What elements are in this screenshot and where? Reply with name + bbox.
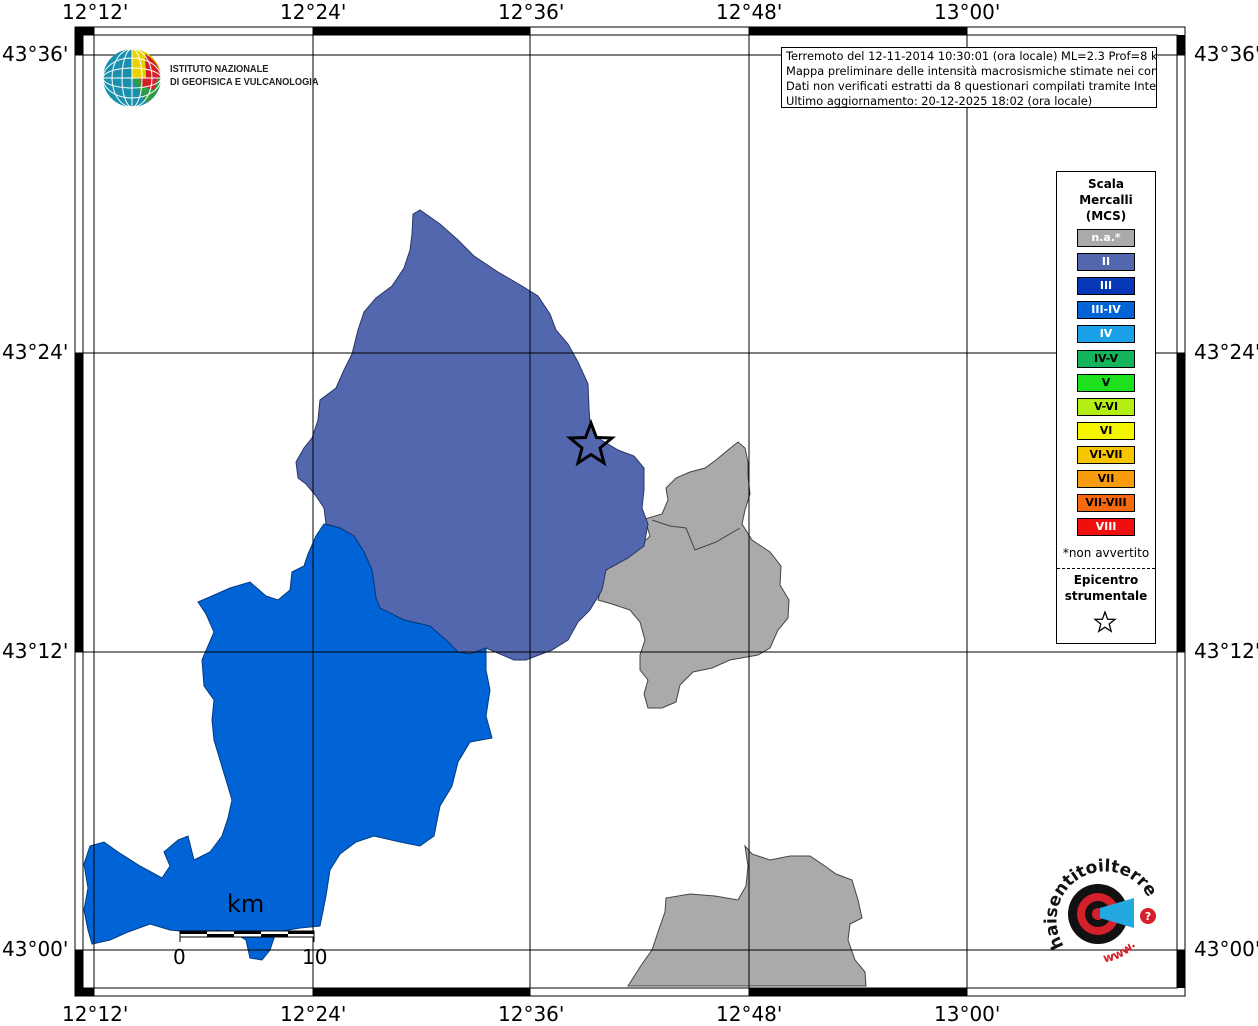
target-logo-icon: haisentitoilterremoto.it www. ? xyxy=(1027,843,1161,965)
event-info-line-3: Dati non verificati estratti da 8 questi… xyxy=(786,79,1157,93)
legend-item-vii-viii: VII-VIII xyxy=(1077,494,1135,513)
legend-note: *non avvertito xyxy=(1062,546,1150,560)
legend-item-n-a: n.a.* xyxy=(1077,229,1135,247)
legend-epicenter-label: Epicentro strumentale xyxy=(1057,572,1155,604)
legend-epicenter-line-1: Epicentro xyxy=(1073,573,1139,587)
lon-tick-bottom-5: 13°00' xyxy=(934,1002,1001,1026)
legend-item-iii-iv: III-IV xyxy=(1077,301,1135,320)
event-info-box: Terremoto del 12-11-2014 10:30:01 (ora l… xyxy=(781,47,1157,108)
lat-tick-left-1: 43°36' xyxy=(2,42,69,66)
legend-title-line-1: Scala xyxy=(1087,177,1125,191)
legend-star-icon xyxy=(1093,610,1117,633)
legend-title-line-2: Mercalli xyxy=(1079,193,1133,207)
intensity-map: 12°12' 12°24' 12°36' 12°48' 13°00' 12°12… xyxy=(0,0,1258,1024)
lon-tick-top-1: 12°12' xyxy=(62,0,129,24)
ingv-wordmark-line-1: ISTITUTO NAZIONALE xyxy=(170,63,269,75)
lon-tick-top-4: 12°48' xyxy=(716,0,783,24)
lon-tick-top-2: 12°24' xyxy=(280,0,347,24)
question-mark-icon: ? xyxy=(1145,910,1151,923)
lon-tick-top-5: 13°00' xyxy=(934,0,1001,24)
lon-tick-bottom-4: 12°48' xyxy=(716,1002,783,1026)
mcs-legend: Scala Mercalli (MCS) n.a.* II III III-IV IV I… xyxy=(1056,171,1156,644)
legend-item-iv: IV xyxy=(1077,325,1135,344)
event-info-line-2: Mappa preliminare delle intensità macros… xyxy=(786,64,1157,78)
lon-tick-bottom-3: 12°36' xyxy=(498,1002,565,1026)
legend-title-line-3: (MCS) xyxy=(1085,209,1127,223)
legend-item-v-vi: V-VI xyxy=(1077,397,1135,416)
ingv-wordmark-line-2: DI GEOFISICA E VULCANOLOGIA xyxy=(170,76,319,88)
lon-tick-bottom-1: 12°12' xyxy=(62,1002,129,1026)
event-info-line-1: Terremoto del 12-11-2014 10:30:01 (ora l… xyxy=(786,49,1157,63)
legend-title: Scala Mercalli (MCS) xyxy=(1057,176,1155,224)
lat-tick-left-3: 43°12' xyxy=(2,639,69,663)
legend-item-ii: II xyxy=(1077,253,1135,272)
scale-end: 10 xyxy=(302,945,328,969)
ingv-logo: ISTITUTO NAZIONALE DI GEOFISICA E VULCAN… xyxy=(100,46,320,112)
lon-tick-top-3: 12°36' xyxy=(498,0,565,24)
legend-item-vi: VI xyxy=(1077,421,1135,440)
legend-item-vi-vii: VI-VII xyxy=(1077,445,1135,464)
legend-item-iii: III xyxy=(1077,277,1135,296)
lat-tick-right-4: 43°00' xyxy=(1194,937,1258,961)
ingv-wordmark: ISTITUTO NAZIONALE DI GEOFISICA E VULCAN… xyxy=(170,63,319,89)
lat-tick-right-1: 43°36' xyxy=(1194,42,1258,66)
legend-divider xyxy=(1057,568,1155,569)
legend-item-vii: VII xyxy=(1077,470,1135,488)
legend-item-iv-v: IV-V xyxy=(1077,349,1135,368)
globe-logo-icon xyxy=(102,48,162,108)
lat-tick-left-2: 43°24' xyxy=(2,340,69,364)
scale-start: 0 xyxy=(173,945,186,969)
legend-item-viii: VIII xyxy=(1077,518,1135,537)
legend-epicenter-line-2: strumentale xyxy=(1064,589,1148,603)
lon-tick-bottom-2: 12°24' xyxy=(280,1002,347,1026)
lat-tick-left-4: 43°00' xyxy=(2,937,69,961)
haisentito-logo: haisentitoilterremoto.it www. ? xyxy=(1027,843,1176,978)
lat-tick-right-3: 43°12' xyxy=(1194,639,1258,663)
legend-item-v: V xyxy=(1077,373,1135,392)
lat-tick-right-2: 43°24' xyxy=(1194,340,1258,364)
event-info-line-4: Ultimo aggiornamento: 20-12-2025 18:02 (… xyxy=(786,94,1093,108)
scale-unit: km xyxy=(227,890,265,918)
